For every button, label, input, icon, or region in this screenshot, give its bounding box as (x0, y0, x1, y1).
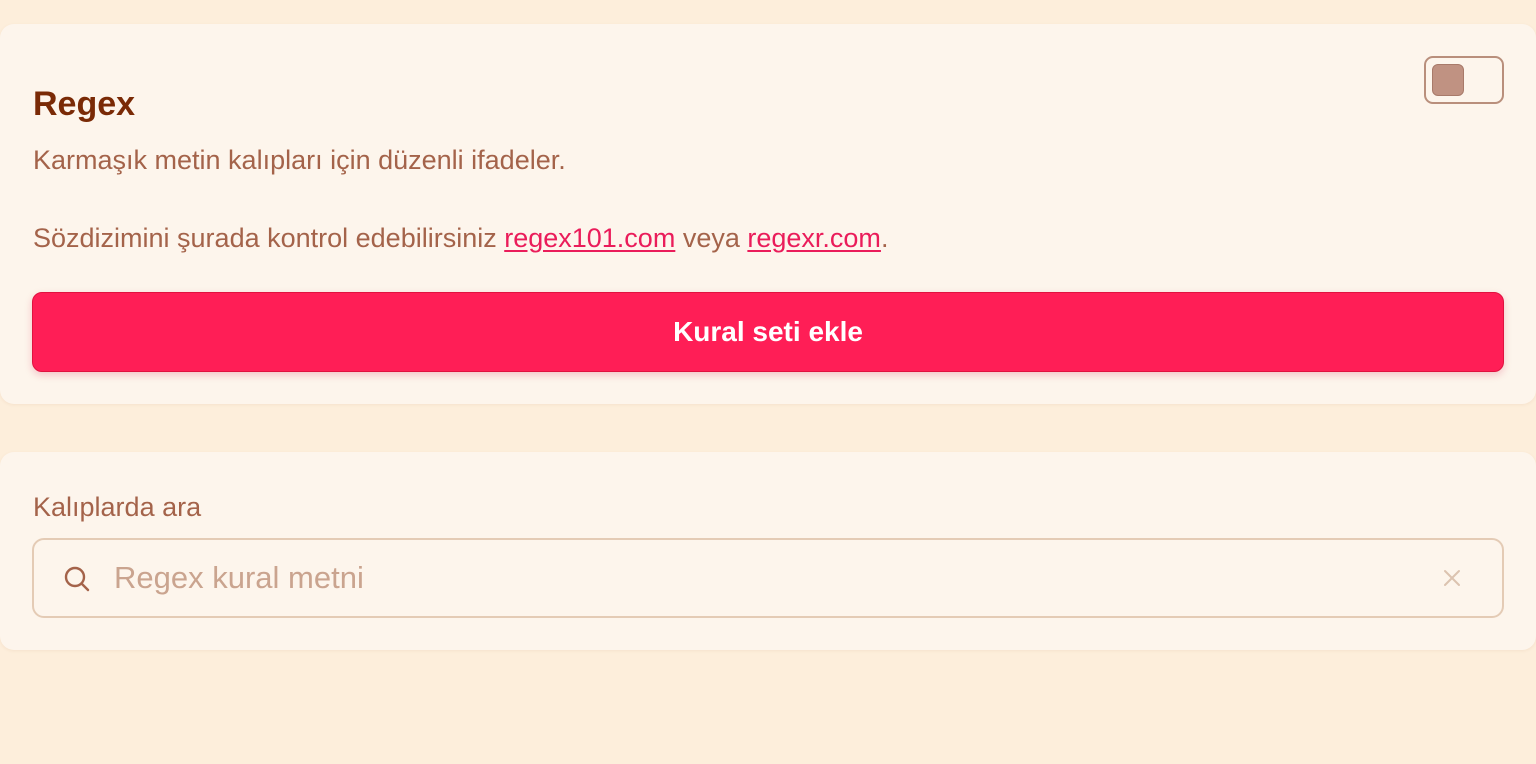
search-card: Kalıplarda ara (0, 452, 1536, 650)
search-label: Kalıplarda ara (33, 492, 202, 522)
card-title: Regex (33, 85, 136, 123)
syntax-hint-suffix: . (880, 223, 889, 253)
card-description: Karmaşık metin kalıpları için düzenli if… (33, 145, 566, 175)
regex-card: Regex Karmaşık metin kalıpları için düze… (0, 24, 1536, 404)
regexr-link[interactable]: regexr.com (747, 223, 881, 253)
syntax-hint-prefix: Sözdizimini şurada kontrol edebilirsiniz (33, 223, 505, 253)
syntax-hint-middle: veya (675, 223, 748, 253)
syntax-hint: Sözdizimini şurada kontrol edebilirsiniz… (33, 221, 888, 255)
toggle-knob (1432, 64, 1464, 96)
regex-toggle[interactable] (1424, 56, 1504, 104)
add-ruleset-button[interactable]: Kural seti ekle (32, 292, 1504, 372)
close-icon[interactable] (1440, 566, 1464, 590)
search-input[interactable] (114, 540, 1414, 616)
search-box (32, 538, 1504, 618)
regex101-link[interactable]: regex101.com (504, 223, 675, 253)
search-icon (64, 566, 90, 592)
